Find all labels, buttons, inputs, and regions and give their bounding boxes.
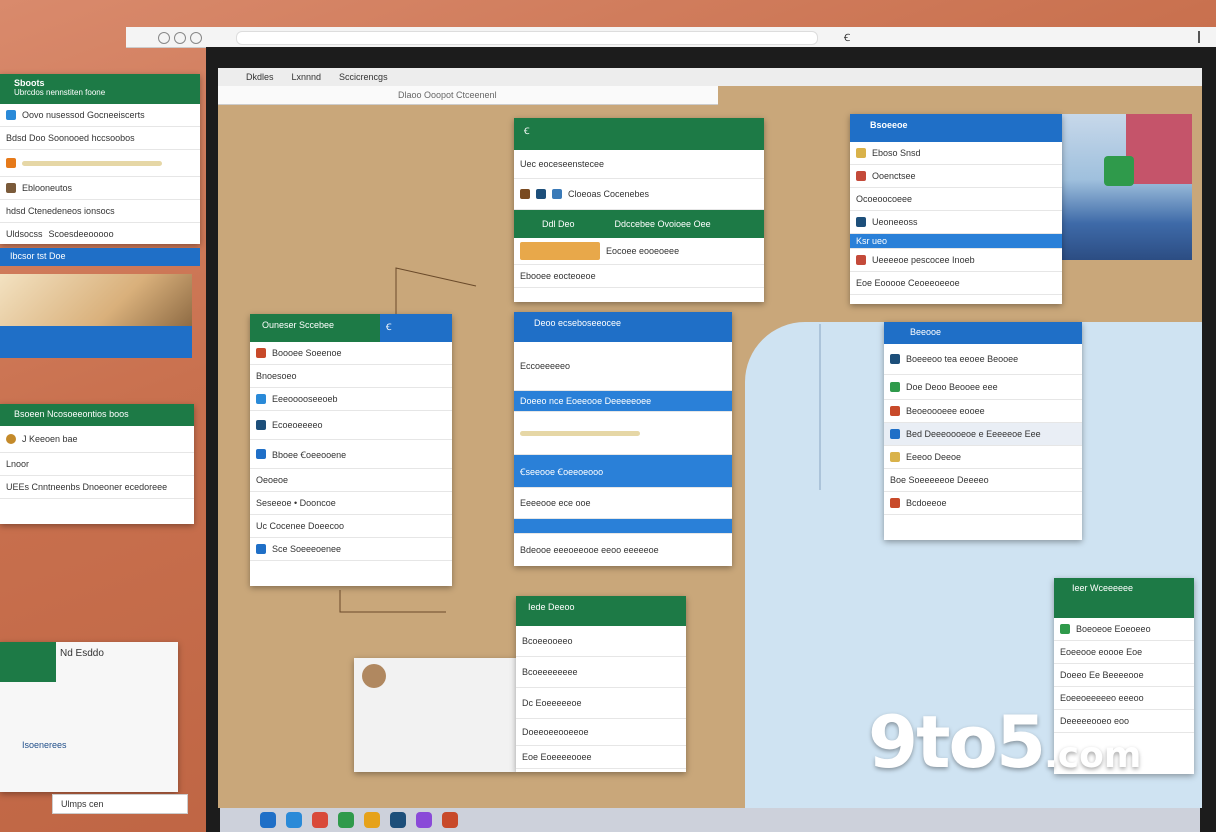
app-icon[interactable] [442,812,458,828]
app-icon[interactable] [338,812,354,828]
app-icon[interactable] [312,812,328,828]
app-icon[interactable] [364,812,380,828]
app-icon[interactable] [416,812,432,828]
watermark-logo: 9to5.com [868,700,1142,784]
app-icon[interactable] [286,812,302,828]
dock [220,808,1200,832]
app-icon[interactable] [390,812,406,828]
app-icon[interactable] [260,812,276,828]
